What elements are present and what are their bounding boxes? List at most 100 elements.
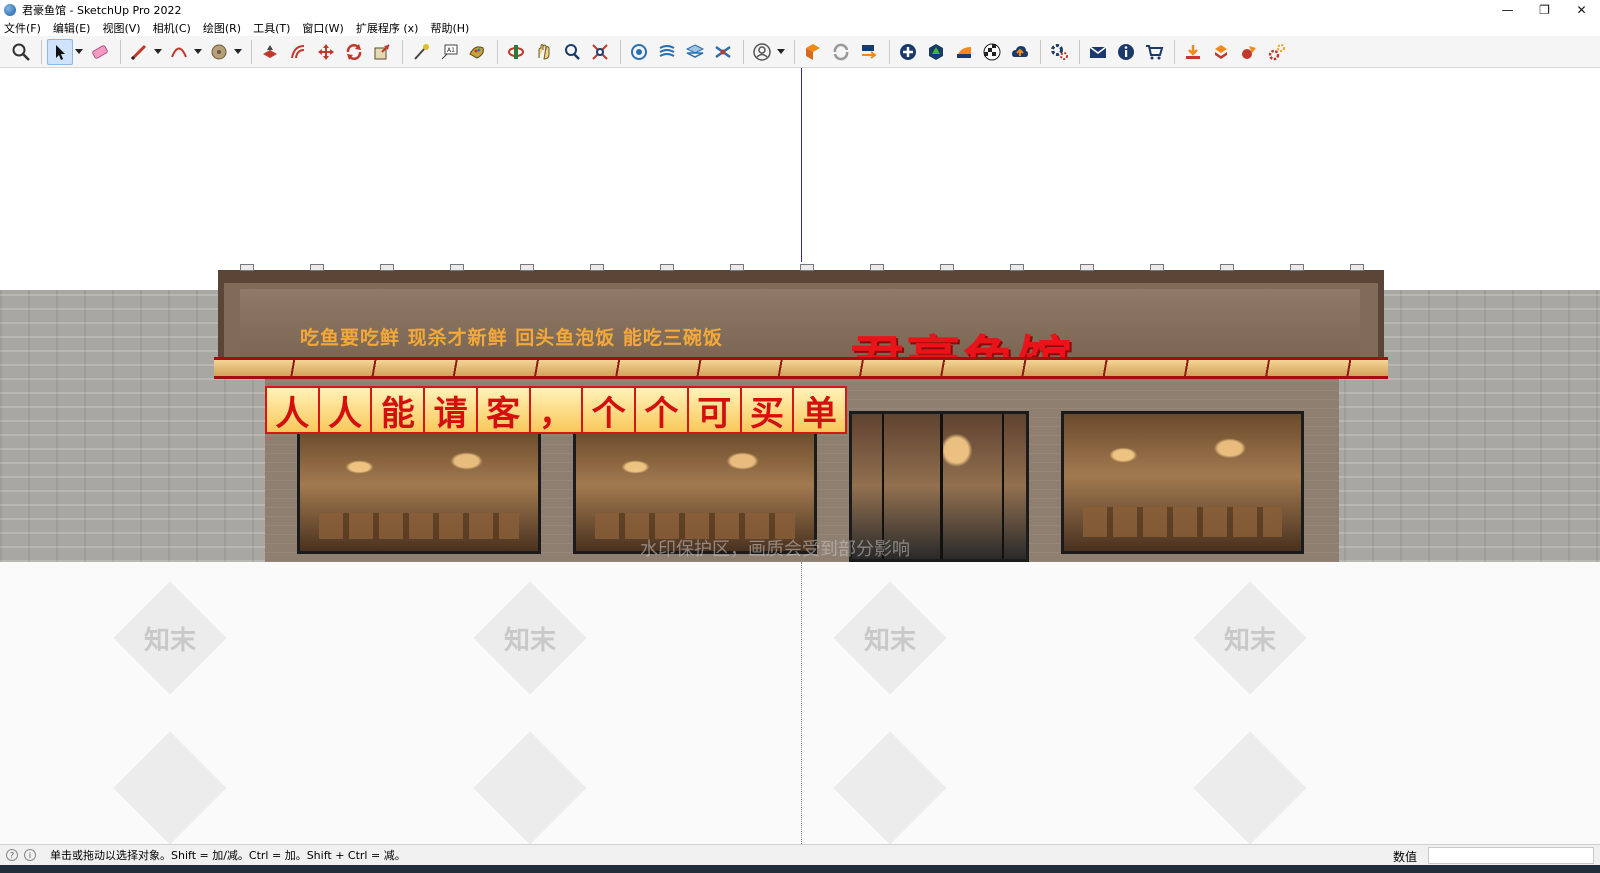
banner-char: 个 (636, 388, 689, 434)
orbit-icon[interactable] (503, 39, 529, 65)
banner-char: 个 (583, 388, 637, 434)
awning (214, 357, 1388, 379)
banner-char: 客 (477, 388, 531, 434)
user-dropdown[interactable] (777, 39, 785, 65)
menu-camera[interactable]: 相机(C) (153, 20, 191, 36)
main-toolbar: A1 (0, 36, 1600, 68)
close-button[interactable]: ✕ (1563, 0, 1600, 19)
taskbar-strip (0, 865, 1600, 873)
pan-icon[interactable] (531, 39, 557, 65)
status-hint: 单击或拖动以选择对象。Shift = 加/减。Ctrl = 加。Shift + … (50, 849, 406, 862)
move-icon[interactable] (313, 39, 339, 65)
eraser-icon[interactable] (87, 39, 113, 65)
menu-extensions[interactable]: 扩展程序 (x) (356, 20, 419, 36)
info-icon[interactable] (1113, 39, 1139, 65)
menu-view[interactable]: 视图(V) (102, 20, 140, 36)
plugin-a-icon[interactable] (1180, 39, 1206, 65)
spotlight (380, 264, 394, 271)
tape-measure-icon[interactable] (408, 39, 434, 65)
pencil-dropdown[interactable] (154, 39, 162, 65)
geo-location-icon[interactable]: ? (6, 849, 18, 861)
window-title: 君豪鱼馆 - SketchUp Pro 2022 (22, 3, 182, 17)
banner-char: 单 (794, 388, 846, 434)
toolbar-separator (120, 39, 121, 64)
green-axis (801, 562, 802, 844)
spotlight (940, 264, 954, 271)
banner-char: 可 (688, 388, 742, 434)
plugin-d-icon[interactable] (1264, 39, 1290, 65)
dining-tables (319, 512, 519, 539)
instructor-icon[interactable]: i (24, 849, 36, 861)
offset-icon[interactable] (285, 39, 311, 65)
layout-icon[interactable] (951, 39, 977, 65)
plugin-b-icon[interactable] (1208, 39, 1234, 65)
spotlight (520, 264, 534, 271)
slogan-text: 吃鱼要吃鲜 现杀才新鲜 回头鱼泡饭 能吃三碗饭 (300, 327, 723, 349)
banner-char: 请 (425, 388, 478, 434)
components-icon[interactable] (654, 39, 680, 65)
toolbar-separator (41, 39, 42, 64)
menu-window[interactable]: 窗口(W) (302, 20, 343, 36)
menu-file[interactable]: 文件(F) (4, 20, 41, 36)
user-icon[interactable] (749, 39, 775, 65)
watermark-label: 知末 (1223, 626, 1276, 656)
menu-edit[interactable]: 编辑(E) (53, 20, 91, 36)
slogan-banner: 人 人 能 请 客 ， 个 个 可 买 单 (265, 386, 847, 434)
svg-text:A1: A1 (447, 47, 455, 54)
pencil-icon[interactable] (126, 39, 152, 65)
measurements-input[interactable] (1428, 847, 1594, 864)
checker-icon[interactable] (979, 39, 1005, 65)
mail-icon[interactable] (1085, 39, 1111, 65)
refresh-icon[interactable] (828, 39, 854, 65)
layers-icon[interactable] (682, 39, 708, 65)
watermark-label: 知末 (143, 626, 196, 656)
dining-tables (1082, 507, 1283, 538)
watermark-label: 知末 (503, 626, 556, 656)
spotlight (590, 264, 604, 271)
upload-icon[interactable] (1007, 39, 1033, 65)
add-icon[interactable] (895, 39, 921, 65)
scale-icon[interactable] (369, 39, 395, 65)
export-icon[interactable] (856, 39, 882, 65)
restore-button[interactable]: ❐ (1526, 0, 1563, 19)
paint-icon[interactable] (464, 39, 490, 65)
model-viewport[interactable]: 知末 知末 知末 知末 吃鱼要吃鲜 现杀才新鲜 回头鱼泡饭 能吃三碗饭 人 人 … (0, 68, 1600, 844)
cart-icon[interactable] (1141, 39, 1167, 65)
banner-char: 人 (319, 388, 373, 434)
text-icon[interactable]: A1 (436, 39, 462, 65)
select-dropdown[interactable] (75, 39, 83, 65)
paint-bucket-icon[interactable] (206, 39, 232, 65)
spotlight (870, 264, 884, 271)
settings-icon[interactable] (1046, 39, 1072, 65)
toolbar-separator (743, 39, 744, 64)
zoom-icon[interactable] (8, 39, 34, 65)
warehouse-icon[interactable] (626, 39, 652, 65)
arc-icon[interactable] (166, 39, 192, 65)
spotlight (1220, 264, 1234, 271)
arc-dropdown[interactable] (194, 39, 202, 65)
select-icon[interactable] (47, 38, 73, 65)
sync-icon[interactable] (800, 39, 826, 65)
banner-char: 能 (372, 388, 426, 434)
shop-window (297, 428, 541, 554)
push-pull-icon[interactable] (257, 39, 283, 65)
menu-help[interactable]: 帮助(H) (430, 20, 469, 36)
zoom-window-icon[interactable] (559, 39, 585, 65)
plugin-c-icon[interactable] (1236, 39, 1262, 65)
banner-char: 人 (267, 388, 320, 434)
toolbar-separator (402, 39, 403, 64)
toolbar-separator (889, 39, 890, 64)
minimize-button[interactable]: — (1489, 0, 1526, 19)
extension-icon[interactable] (710, 39, 736, 65)
menu-tools[interactable]: 工具(T) (253, 20, 290, 36)
tree-icon[interactable] (923, 39, 949, 65)
toolbar-separator (1040, 39, 1041, 64)
menu-bar: 文件(F) 编辑(E) 视图(V) 相机(C) 绘图(R) 工具(T) 窗口(W… (0, 19, 1600, 36)
rotate-icon[interactable] (341, 39, 367, 65)
paint-dropdown[interactable] (234, 39, 242, 65)
zoom-extents-icon[interactable] (587, 39, 613, 65)
window-controls: — ❐ ✕ (1489, 0, 1600, 19)
sketchup-logo-icon (4, 3, 16, 16)
menu-draw[interactable]: 绘图(R) (203, 20, 241, 36)
toolbar-separator (620, 39, 621, 64)
